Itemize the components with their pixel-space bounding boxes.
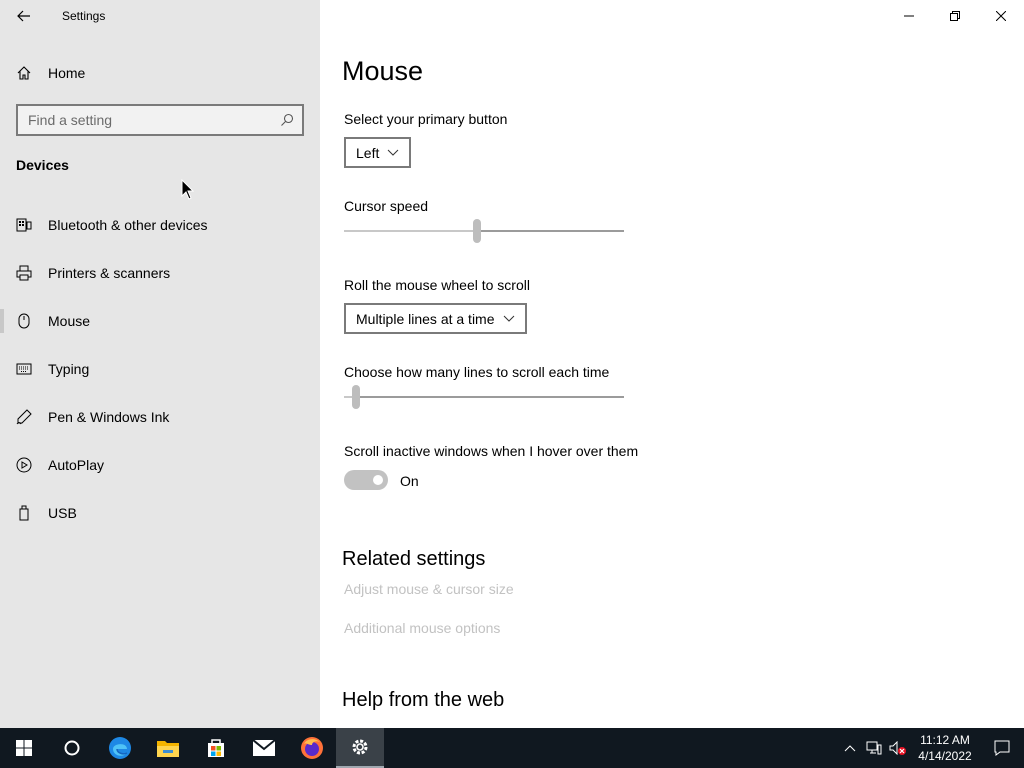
start-button[interactable] xyxy=(0,728,48,768)
inactive-scroll-toggle[interactable] xyxy=(344,470,388,490)
keyboard-icon xyxy=(0,218,48,232)
system-tray: 11:12 AM 4/14/2022 xyxy=(838,728,1024,768)
window-controls xyxy=(886,0,1024,32)
sidebar-item-bluetooth[interactable]: Bluetooth & other devices xyxy=(0,201,320,249)
chevron-down-icon xyxy=(387,149,399,157)
edge-icon xyxy=(109,737,131,759)
sidebar-item-mouse[interactable]: Mouse xyxy=(0,297,320,345)
primary-button-label: Select your primary button xyxy=(344,111,508,127)
page-title: Mouse xyxy=(342,56,424,86)
chevron-down-icon xyxy=(503,315,515,323)
main-content: Mouse Select your primary button Left Cu… xyxy=(320,0,1024,728)
folder-icon xyxy=(157,741,179,757)
sidebar: Settings Home Find a setting Devices Blu… xyxy=(0,0,320,728)
slider-fill xyxy=(344,230,477,232)
slider-thumb[interactable] xyxy=(352,385,360,409)
sidebar-item-label: USB xyxy=(48,505,77,521)
sidebar-item-label: Home xyxy=(48,65,86,81)
lines-scroll-slider[interactable] xyxy=(344,385,624,409)
search-placeholder: Find a setting xyxy=(28,112,113,128)
cortana-icon xyxy=(64,740,80,756)
gear-icon xyxy=(352,739,368,755)
sidebar-item-label: Typing xyxy=(48,361,90,377)
chevron-up-icon[interactable] xyxy=(838,728,862,768)
cursor-speed-label: Cursor speed xyxy=(344,198,429,214)
firefox-icon xyxy=(301,737,323,759)
close-icon xyxy=(996,11,1006,21)
minimize-button[interactable] xyxy=(886,0,932,32)
search-icon[interactable] xyxy=(272,113,302,127)
wheel-scroll-label: Roll the mouse wheel to scroll xyxy=(344,277,530,293)
restore-button[interactable] xyxy=(932,0,978,32)
volume-muted-icon[interactable] xyxy=(886,728,910,768)
printer-icon xyxy=(0,265,48,281)
sidebar-item-home[interactable]: Home xyxy=(0,56,320,90)
primary-button-dropdown[interactable]: Left xyxy=(344,137,412,168)
keyboard-icon xyxy=(0,363,48,375)
taskbar: 11:12 AM 4/14/2022 xyxy=(0,728,1024,768)
inactive-scroll-label: Scroll inactive windows when I hover ove… xyxy=(344,443,639,459)
back-arrow-icon xyxy=(17,10,30,22)
sidebar-item-label: Printers & scanners xyxy=(48,265,171,281)
search-input[interactable]: Find a setting xyxy=(16,104,304,136)
sidebar-item-usb[interactable]: USB xyxy=(0,489,320,537)
sidebar-item-label: AutoPlay xyxy=(48,457,105,473)
related-settings-title: Related settings xyxy=(342,548,486,570)
clock-time: 11:12 AM xyxy=(920,733,970,747)
sidebar-item-printers[interactable]: Printers & scanners xyxy=(0,249,320,297)
sidebar-item-label: Pen & Windows Ink xyxy=(48,409,170,425)
app-title: Settings xyxy=(62,9,106,23)
section-header: Devices xyxy=(16,157,69,173)
windows-logo-icon xyxy=(16,740,32,756)
minimize-icon xyxy=(904,15,914,17)
wheel-scroll-dropdown[interactable]: Multiple lines at a time xyxy=(344,303,527,334)
clock[interactable]: 11:12 AM 4/14/2022 xyxy=(910,732,980,764)
store-button[interactable] xyxy=(192,728,240,768)
back-button[interactable] xyxy=(0,0,48,32)
sidebar-item-label: Mouse xyxy=(48,313,91,329)
usb-icon xyxy=(0,505,48,521)
slider-thumb[interactable] xyxy=(473,219,481,243)
sidebar-item-typing[interactable]: Typing xyxy=(0,345,320,393)
clock-date: 4/14/2022 xyxy=(918,749,972,763)
mail-button[interactable] xyxy=(240,728,288,768)
network-icon[interactable] xyxy=(862,728,886,768)
toggle-knob xyxy=(373,475,383,485)
restore-icon xyxy=(950,11,960,21)
pen-icon xyxy=(0,409,48,425)
file-explorer-button[interactable] xyxy=(144,728,192,768)
store-icon xyxy=(208,739,224,757)
mail-icon xyxy=(252,739,276,756)
sidebar-item-label: Bluetooth & other devices xyxy=(48,217,208,233)
autoplay-icon xyxy=(0,457,48,473)
firefox-button[interactable] xyxy=(288,728,336,768)
slider-track xyxy=(344,396,624,398)
toggle-state-label: On xyxy=(400,473,419,489)
sidebar-item-autoplay[interactable]: AutoPlay xyxy=(0,441,320,489)
edge-button[interactable] xyxy=(96,728,144,768)
adjust-cursor-size-link[interactable]: Adjust mouse & cursor size xyxy=(344,581,514,597)
notification-icon xyxy=(994,740,1010,756)
mouse-cursor-icon xyxy=(181,178,195,206)
nav-list: Bluetooth & other devices Printers & sca… xyxy=(0,201,320,537)
close-button[interactable] xyxy=(978,0,1024,32)
lines-scroll-label: Choose how many lines to scroll each tim… xyxy=(344,364,610,380)
search-button[interactable] xyxy=(48,728,96,768)
title-bar: Settings xyxy=(0,0,320,32)
home-icon xyxy=(0,65,48,81)
settings-button[interactable] xyxy=(336,728,384,768)
wheel-scroll-value: Multiple lines at a time xyxy=(356,310,495,327)
additional-mouse-options-link[interactable]: Additional mouse options xyxy=(344,620,500,636)
sidebar-item-pen[interactable]: Pen & Windows Ink xyxy=(0,393,320,441)
notifications-button[interactable] xyxy=(980,728,1024,768)
cursor-speed-slider[interactable] xyxy=(344,219,624,243)
primary-button-value: Left xyxy=(356,144,380,161)
mouse-icon xyxy=(0,313,48,329)
help-from-web-title: Help from the web xyxy=(342,689,505,711)
